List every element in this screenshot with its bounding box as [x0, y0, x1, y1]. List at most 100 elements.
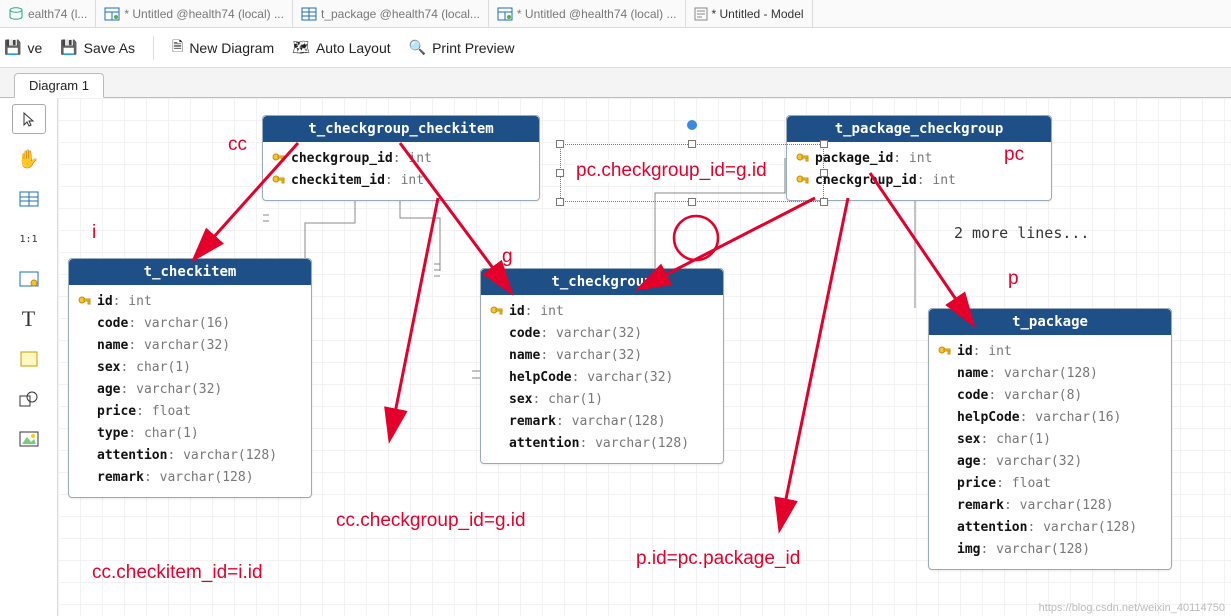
field-spacer [77, 405, 91, 419]
pan-tool[interactable]: ✋ [12, 144, 46, 174]
field-type: : varchar(32) [128, 335, 230, 357]
field-spacer [489, 371, 503, 385]
field-spacer [937, 367, 951, 381]
editor-tab[interactable]: * Untitled @health74 (local) ... [96, 0, 293, 27]
field-name: attention [957, 517, 1027, 539]
table-field: sex: char(1) [937, 429, 1163, 451]
table-t-package[interactable]: t_package id: intname : varchar(128) code: … [928, 308, 1172, 570]
field-spacer [489, 349, 503, 363]
table-field: checkitem_id: int [271, 170, 531, 192]
alias-pc: pc [1004, 144, 1024, 166]
table-field: helpCode: varchar(32) [489, 367, 715, 389]
table-field: price: float [937, 473, 1163, 495]
pointer-tool[interactable] [12, 104, 46, 134]
field-spacer [77, 361, 91, 375]
table-t-checkitem[interactable]: t_checkitemid: intcode: varchar(16)name:… [68, 258, 312, 498]
table-header: t_checkgroup_checkitem [263, 116, 539, 142]
note-tool[interactable] [12, 344, 46, 374]
editor-tab[interactable]: * Untitled @health74 (local) ... [489, 0, 686, 27]
field-spacer [937, 411, 951, 425]
field-type: : varchar(32) [540, 323, 642, 345]
field-name: checkitem_id [291, 170, 385, 192]
primary-key-icon [937, 345, 951, 359]
field-name: name [509, 345, 540, 367]
field-name: price [97, 401, 136, 423]
field-name: sex [97, 357, 120, 379]
rotation-handle[interactable] [687, 120, 697, 130]
field-spacer [77, 383, 91, 397]
table-field: price: float [77, 401, 303, 423]
join-p-pc: p.id=pc.package_id [636, 548, 800, 570]
field-type: : int [525, 301, 564, 323]
save-button[interactable]: 💾 ve [4, 39, 42, 56]
diagram-tab[interactable]: Diagram 1 [14, 73, 104, 98]
table-field: checkgroup_id: int [271, 148, 531, 170]
table-field: name: varchar(32) [489, 345, 715, 367]
field-type: : int [973, 341, 1012, 363]
table-field: type: char(1) [77, 423, 303, 445]
field-spacer [489, 437, 503, 451]
auto-layout-label: Auto Layout [316, 40, 391, 56]
print-preview-icon: 🔍 [409, 39, 426, 56]
image-tool[interactable] [12, 424, 46, 454]
field-type: : char(1) [532, 389, 602, 411]
field-type: : varchar(8) [988, 385, 1082, 407]
editor-tab-label: * Untitled - Model [712, 7, 804, 21]
save-as-button[interactable]: 💾 Save As [60, 39, 135, 56]
auto-layout-button[interactable]: 🗺 Auto Layout [292, 39, 391, 56]
toolbar: 💾 ve 💾 Save As 🗎 New Diagram 🗺 Auto Layo… [0, 28, 1231, 68]
field-type: : float [136, 401, 191, 423]
table-field: id: int [489, 301, 715, 323]
new-diagram-button[interactable]: 🗎 New Diagram [172, 36, 274, 60]
editor-tab-strip: ealth74 (l...* Untitled @health74 (local… [0, 0, 1231, 28]
field-name: id [509, 301, 525, 323]
field-name: attention [509, 433, 579, 455]
field-name: code [509, 323, 540, 345]
field-name: price [957, 473, 996, 495]
table-field: remark: varchar(128) [489, 411, 715, 433]
field-name: age [957, 451, 980, 473]
table-field: id: int [77, 291, 303, 313]
field-type: : int [393, 148, 432, 170]
table-field: code: varchar(8) [937, 385, 1163, 407]
new-diagram-label: New Diagram [189, 40, 274, 56]
field-type: : varchar(32) [120, 379, 222, 401]
field-spacer [937, 389, 951, 403]
field-spacer [937, 521, 951, 535]
editor-tab[interactable]: t_package @health74 (local... [293, 0, 489, 27]
table-tool[interactable] [12, 184, 46, 214]
table-header: t_package [929, 309, 1171, 335]
field-type: : varchar(128) [1027, 517, 1137, 539]
alias-i: i [92, 222, 96, 244]
field-spacer [937, 433, 951, 447]
field-type: : varchar(16) [128, 313, 230, 335]
table-field: remark: varchar(128) [937, 495, 1163, 517]
print-preview-button[interactable]: 🔍 Print Preview [409, 39, 515, 56]
field-name: package_id [815, 148, 893, 170]
field-type: : varchar(128) [1004, 495, 1114, 517]
new-diagram-icon: 🗎 [172, 36, 183, 60]
field-type: : char(1) [128, 423, 198, 445]
editor-tab[interactable]: * Untitled - Model [686, 0, 813, 27]
text-tool[interactable]: T [12, 304, 46, 334]
table-t-checkgroup-checkitem[interactable]: t_checkgroup_checkitem checkgroup_id: int… [262, 115, 540, 201]
shape-tool[interactable] [12, 384, 46, 414]
editor-tab[interactable]: ealth74 (l... [0, 0, 96, 27]
alias-cc: cc [228, 134, 247, 156]
relation-tool[interactable]: 1:1 [12, 224, 46, 254]
save-icon: 💾 [4, 39, 21, 56]
field-name: helpCode [957, 407, 1020, 429]
auto-layout-icon: 🗺 [292, 39, 310, 56]
table-header: t_checkitem [69, 259, 311, 285]
primary-key-icon [489, 305, 503, 319]
diagram-canvas[interactable]: ✋ 1:1 T t_checkgroup_checkitem checkgroup… [0, 98, 1231, 616]
table-t-checkgroup[interactable]: t_checkgroupid: intcode: varchar(32)name… [480, 268, 724, 464]
table-field: id: int [937, 341, 1163, 363]
join-pc-g: pc.checkgroup_id=g.id [574, 160, 769, 182]
view-tool[interactable] [12, 264, 46, 294]
field-name: name [957, 363, 988, 385]
field-type: : int [917, 170, 956, 192]
field-name: age [97, 379, 120, 401]
tool-palette: ✋ 1:1 T [0, 98, 58, 616]
field-spacer [77, 317, 91, 331]
